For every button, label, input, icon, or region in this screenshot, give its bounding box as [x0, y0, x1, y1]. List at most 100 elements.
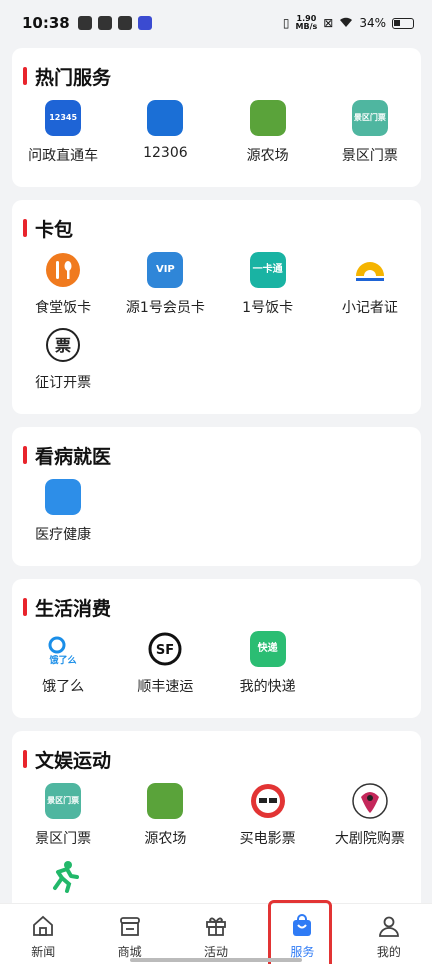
section-title-text: 卡包: [35, 218, 74, 241]
bag-icon: [289, 913, 315, 939]
sim-icon: ⊠: [323, 16, 334, 30]
notification-icons: [77, 16, 152, 30]
scenic-ticket-icon: 景区门票: [45, 783, 82, 819]
news-notification-icon: [137, 16, 152, 30]
section-title-text: 热门服务: [35, 66, 112, 89]
service-label: 源1号会员卡: [125, 300, 205, 316]
svg-text:SF: SF: [156, 643, 174, 658]
wifi-icon: [339, 16, 353, 31]
section-title-text: 文娱运动: [35, 749, 112, 772]
service-label: 小记者证: [341, 300, 398, 316]
section-title: 热门服务: [12, 62, 421, 90]
service-item[interactable]: 景区门票 景区门票: [12, 783, 114, 848]
services-list: 热门服务 12345 问政直通车 12306 源农场 景区门票 景区门票 卡包 食堂饭卡 VIP 源…: [12, 48, 421, 958]
service-label: 大剧院购票: [334, 831, 405, 847]
farm-icon: [147, 783, 184, 819]
sf-express-icon: SF: [147, 631, 183, 667]
section-accent-bar: [23, 219, 27, 237]
gift-icon: [203, 913, 229, 939]
service-label: 问政直通车: [28, 148, 99, 164]
section-card: 卡包食堂饭卡 VIP 源1号会员卡 一卡通 1号饭卡 小记者证票征订开票: [12, 200, 421, 414]
status-time: 10:38: [22, 14, 70, 32]
vibrate-icon: ▯: [282, 16, 290, 30]
service-label: 饿了么: [42, 679, 85, 695]
section-accent-bar: [23, 750, 27, 768]
section-title: 看病就医: [12, 441, 421, 469]
my-delivery-icon: 快递: [249, 631, 286, 667]
invoice-ticket-icon: 票: [45, 327, 81, 363]
service-label: 顺丰速运: [137, 679, 194, 695]
section-card: 生活消费 饿了么 饿了么 SF 顺丰速运 快递 我的快递: [12, 579, 421, 718]
tab-label: 我的: [376, 945, 401, 959]
service-label: 食堂饭卡: [35, 300, 92, 316]
service-item[interactable]: 源农场: [114, 783, 216, 848]
service-label: 我的快递: [239, 679, 296, 695]
service-item[interactable]: 医疗健康: [12, 479, 114, 544]
service-item[interactable]: 买电影票: [217, 783, 319, 848]
section-title: 生活消费: [12, 593, 421, 621]
status-bar: 10:38 ▯ 1.90 MB/s ⊠ 34%: [0, 0, 432, 46]
service-item[interactable]: VIP 源1号会员卡: [114, 252, 216, 317]
service-grid: 饿了么 饿了么 SF 顺丰速运 快递 我的快递: [12, 631, 421, 706]
section-card: 看病就医 医疗健康: [12, 427, 421, 566]
section-card: 热门服务 12345 问政直通车 12306 源农场 景区门票 景区门票: [12, 48, 421, 187]
battery-icon: [392, 17, 414, 29]
service-item[interactable]: 景区门票 景区门票: [319, 100, 421, 165]
app-notification-icon: [77, 16, 92, 30]
service-label: 医疗健康: [35, 527, 92, 543]
12345-hotline-icon: 12345: [45, 100, 82, 136]
service-grid: 12345 问政直通车 12306 源农场 景区门票 景区门票: [12, 100, 421, 175]
service-label: 12306: [143, 145, 188, 161]
tab-home[interactable]: 新闻: [0, 904, 86, 964]
medical-health-icon: [45, 479, 82, 515]
photo-notification-icon: [117, 16, 132, 30]
service-item[interactable]: 源农场: [217, 100, 319, 165]
railway-icon: [147, 100, 184, 136]
meal-card-icon: 一卡通: [249, 252, 286, 288]
service-item[interactable]: 一卡通 1号饭卡: [217, 252, 319, 317]
home-icon: [30, 913, 56, 939]
section-title-text: 生活消费: [35, 597, 112, 620]
service-item[interactable]: 票征订开票: [12, 327, 114, 392]
movie-ticket-icon: [250, 783, 286, 819]
section-accent-bar: [23, 446, 27, 464]
tab-label: 新闻: [31, 945, 56, 959]
service-item[interactable]: 食堂饭卡: [12, 252, 114, 317]
svg-text:饿了么: 饿了么: [49, 654, 77, 666]
service-label: 征订开票: [35, 375, 92, 391]
section-accent-bar: [23, 598, 27, 616]
section-accent-bar: [23, 67, 27, 85]
service-item[interactable]: 12345 问政直通车: [12, 100, 114, 165]
service-label: 源农场: [144, 831, 187, 847]
running-icon: [45, 858, 81, 894]
farm-icon: [249, 100, 286, 136]
service-item[interactable]: 饿了么 饿了么: [12, 631, 114, 696]
home-indicator[interactable]: [130, 958, 302, 962]
service-item[interactable]: 12306: [114, 100, 216, 165]
net-speed: 1.90 MB/s: [295, 14, 318, 31]
service-item[interactable]: 小记者证: [319, 252, 421, 317]
bottom-tab-bar: 新闻 商城 活动 服务我的: [0, 900, 432, 964]
store-icon: [117, 913, 143, 939]
service-item[interactable]: SF 顺丰速运: [114, 631, 216, 696]
service-label: 景区门票: [341, 148, 398, 164]
section-title-text: 看病就医: [35, 445, 112, 468]
reporter-badge-icon: [352, 252, 388, 288]
status-right: ▯ 1.90 MB/s ⊠ 34%: [283, 15, 414, 31]
service-label: 源农场: [246, 148, 289, 164]
person-icon: [376, 913, 402, 939]
service-label: 1号饭卡: [242, 300, 294, 316]
section-title: 卡包: [12, 214, 421, 242]
tab-store[interactable]: 商城: [86, 904, 172, 964]
tab-gift[interactable]: 活动: [173, 904, 259, 964]
service-grid: 食堂饭卡 VIP 源1号会员卡 一卡通 1号饭卡 小记者证票征订开票: [12, 252, 421, 402]
service-label: 景区门票: [35, 831, 92, 847]
service-item[interactable]: 快递 我的快递: [217, 631, 319, 696]
mail-notification-icon: [97, 16, 112, 30]
canteen-card-icon: [45, 252, 81, 288]
service-grid: 医疗健康: [12, 479, 421, 554]
tab-bag[interactable]: 服务: [259, 900, 345, 964]
tab-person[interactable]: 我的: [346, 904, 432, 964]
battery-percent: 34%: [359, 16, 386, 30]
service-item[interactable]: 大剧院购票: [319, 783, 421, 848]
